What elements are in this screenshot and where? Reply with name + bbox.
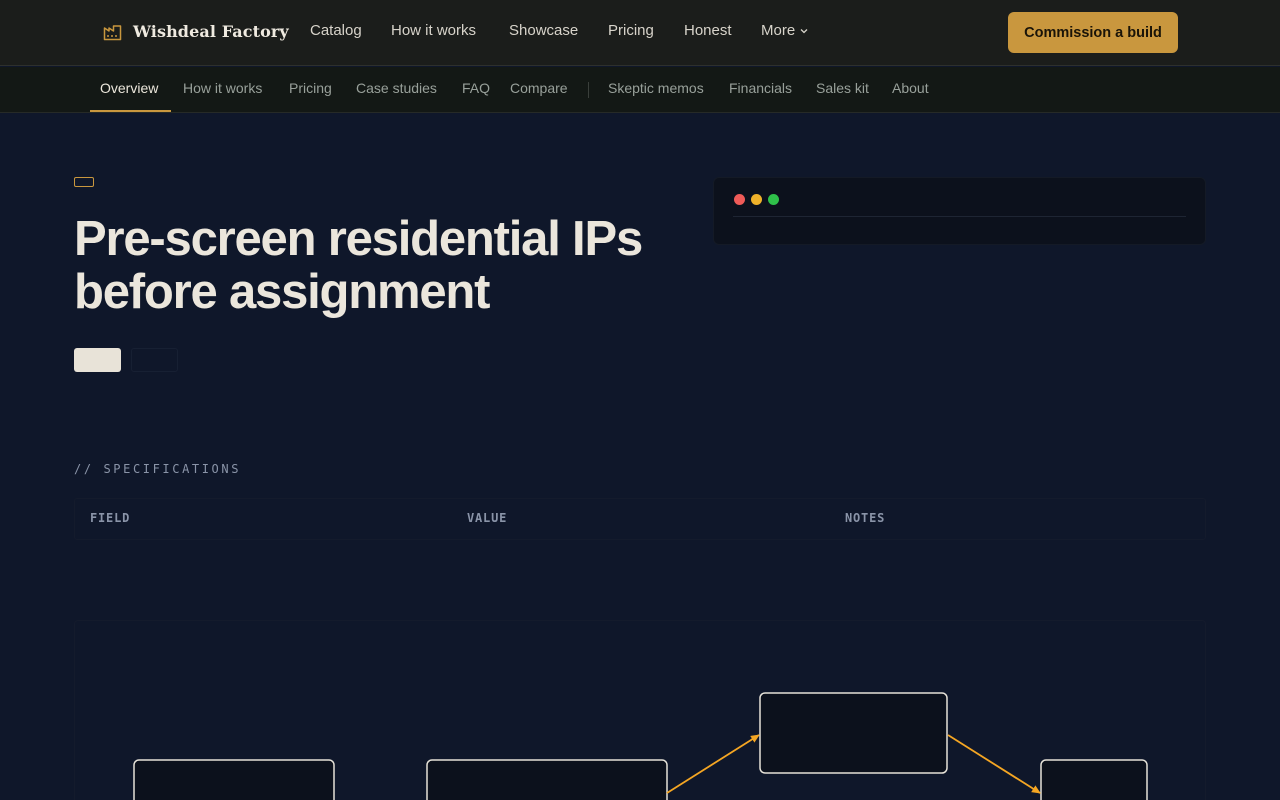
flow-node-1 <box>133 759 335 800</box>
brand-name: Wishdeal Factory <box>133 22 289 41</box>
flow-node-4 <box>1040 759 1148 800</box>
flow-node-2 <box>426 759 668 800</box>
hero-secondary-button[interactable] <box>131 348 178 372</box>
column-header-notes: NOTES <box>845 511 886 525</box>
subnav-skeptic-memos[interactable]: Skeptic memos <box>608 80 704 96</box>
hero-title: Pre-screen residential IPs before assign… <box>74 213 694 319</box>
brand-logo[interactable]: Wishdeal Factory <box>103 22 289 41</box>
nav-honest[interactable]: Honest <box>684 22 732 39</box>
subnav-overview[interactable]: Overview <box>100 80 158 96</box>
nav-more-dropdown[interactable]: More <box>761 22 809 39</box>
hero-title-line-1: Pre-screen residential IPs <box>74 212 643 266</box>
column-header-field: FIELD <box>90 511 131 525</box>
hero-title-line-2: before assignment <box>74 265 490 319</box>
subnav-faq[interactable]: FAQ <box>462 80 490 96</box>
subnav-about[interactable]: About <box>892 80 929 96</box>
flow-node-3 <box>759 692 948 774</box>
nav-how-it-works[interactable]: How it works <box>391 22 476 39</box>
terminal-window <box>713 177 1206 245</box>
subnav-compare[interactable]: Compare <box>510 80 568 96</box>
sub-navigation: Overview How it works Pricing Case studi… <box>0 67 1280 113</box>
window-close-dot <box>734 194 745 205</box>
subnav-sales-kit[interactable]: Sales kit <box>816 80 869 96</box>
nav-more-label: More <box>761 22 796 39</box>
subnav-how-it-works[interactable]: How it works <box>183 80 262 96</box>
nav-pricing[interactable]: Pricing <box>608 22 654 39</box>
nav-showcase[interactable]: Showcase <box>509 22 578 39</box>
hero-eyebrow-badge <box>74 177 94 187</box>
hero-primary-button[interactable] <box>74 348 121 372</box>
nav-catalog[interactable]: Catalog <box>310 22 362 39</box>
specifications-table: FIELD VALUE NOTES <box>74 498 1206 540</box>
factory-icon <box>103 24 122 40</box>
flow-arrow-2-3 <box>666 734 760 794</box>
subnav-financials[interactable]: Financials <box>729 80 792 96</box>
top-navigation: Wishdeal Factory Catalog How it works Sh… <box>0 0 1280 66</box>
flow-diagram-canvas <box>133 692 1148 800</box>
specifications-heading: // SPECIFICATIONS <box>74 462 242 476</box>
subnav-case-studies[interactable]: Case studies <box>356 80 437 96</box>
window-minimize-dot <box>751 194 762 205</box>
active-tab-indicator <box>90 110 171 112</box>
window-maximize-dot <box>768 194 779 205</box>
commission-build-button[interactable]: Commission a build <box>1008 12 1178 53</box>
flow-diagram <box>74 620 1206 800</box>
window-divider <box>733 216 1186 217</box>
subnav-divider <box>588 82 589 98</box>
column-header-value: VALUE <box>467 511 508 525</box>
chevron-down-icon <box>800 28 808 33</box>
subnav-pricing[interactable]: Pricing <box>289 80 332 96</box>
flow-arrow-3-4 <box>947 734 1041 794</box>
